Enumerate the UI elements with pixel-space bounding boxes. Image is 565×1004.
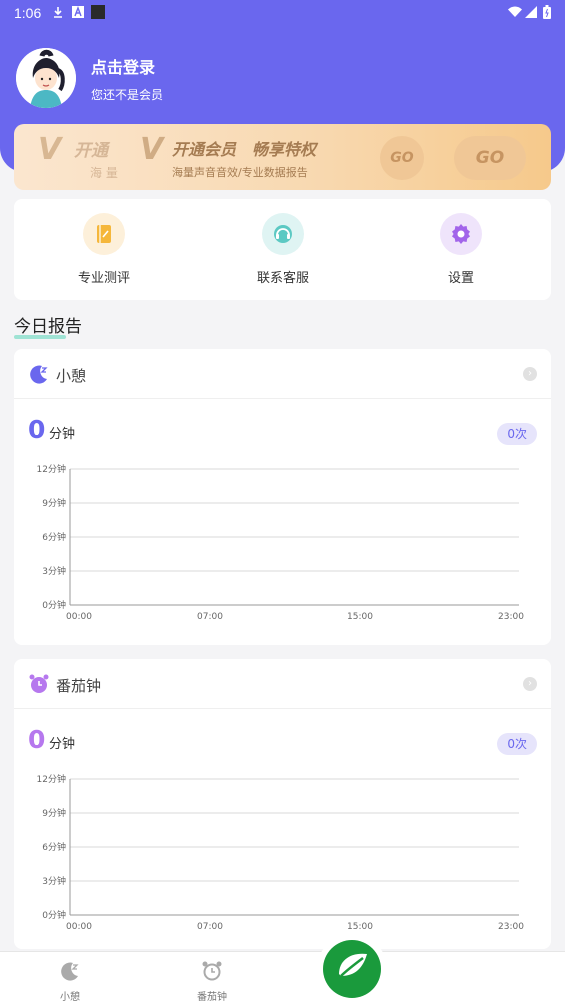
nap-chart: 0分钟 3分钟 6分钟 9分钟 12分钟 00:00 07:00 15:00 23:00 [37, 463, 525, 622]
x-tick-label: 15:00 [347, 612, 373, 622]
chevron-right-icon[interactable]: › [523, 677, 537, 691]
go-badge: GO [380, 136, 424, 180]
y-tick-label: 0分钟 [42, 599, 66, 611]
banner-title: 开通会员 畅享特权 [172, 140, 317, 159]
battery-icon [543, 5, 551, 19]
y-tick-label: 12分钟 [37, 463, 66, 475]
y-tick-label: 6分钟 [42, 531, 66, 543]
vip-v-icon: V [140, 132, 164, 167]
metric-unit: 分钟 [49, 427, 76, 442]
y-tick-label: 0分钟 [42, 909, 66, 921]
banner-ghost-sub: 海 量 [90, 166, 118, 180]
alarm-clock-icon [202, 961, 222, 981]
gear-icon [440, 213, 482, 255]
card-title: 小憩 [56, 367, 87, 385]
y-tick-label: 12分钟 [37, 773, 66, 785]
metric-value: 0 [28, 725, 46, 754]
wifi-icon [508, 6, 522, 17]
go-button[interactable]: GO [454, 136, 526, 180]
quick-item-settings[interactable]: 设置 [401, 213, 521, 286]
section-title-text: 今日报告 [14, 317, 82, 337]
nav-item-nap[interactable]: 小憩 [40, 960, 100, 1003]
leaf-logo-icon [323, 940, 381, 998]
y-tick-label: 3分钟 [42, 875, 66, 887]
y-tick-label: 3分钟 [42, 565, 66, 577]
x-tick-label: 07:00 [197, 922, 223, 932]
vip-banner[interactable]: V 开通 海 量 V 开通会员 畅享特权 海量声音音效/专业数据报告 GO GO [14, 124, 551, 190]
headset-icon [262, 213, 304, 255]
alarm-clock-icon [29, 674, 49, 693]
download-icon [54, 7, 62, 18]
metric-unit: 分钟 [49, 737, 76, 752]
card-header[interactable]: 番茄钟 › [14, 659, 551, 709]
square-icon [91, 5, 105, 19]
banner-subtitle: 海量声音音效/专业数据报告 [172, 166, 308, 179]
card-header[interactable]: 小憩 › [14, 349, 551, 399]
quick-item-label: 联系客服 [256, 271, 309, 286]
member-status: 您还不是会员 [91, 88, 164, 102]
metric-value: 0 [28, 415, 46, 444]
x-tick-label: 00:00 [66, 612, 92, 622]
home-fab[interactable] [317, 934, 387, 1004]
app-a-icon [72, 6, 84, 18]
pomodoro-chart: 0分钟 3分钟 6分钟 9分钟 12分钟 00:00 07:00 15:00 23:00 [37, 773, 525, 932]
quick-item-support[interactable]: 联系客服 [223, 213, 343, 286]
y-tick-label: 6分钟 [42, 841, 66, 853]
login-link[interactable]: 点击登录 [91, 54, 155, 78]
banner-ghost-title: 开通 [74, 141, 108, 161]
quick-item-label: 专业测评 [77, 271, 130, 286]
nav-label: 番茄钟 [197, 992, 227, 1003]
quick-item-label: 设置 [447, 271, 474, 286]
notebook-icon [83, 213, 125, 255]
x-tick-label: 23:00 [498, 922, 524, 932]
status-time: 1:06 [14, 5, 42, 21]
chevron-right-icon[interactable]: › [523, 367, 537, 381]
x-tick-label: 07:00 [197, 612, 223, 622]
moon-icon [61, 962, 79, 981]
nav-item-pomodoro[interactable]: 番茄钟 [182, 960, 242, 1003]
nap-card: 小憩 › 0 分钟 0次 0分钟 3分钟 6分钟 9分钟 12分钟 00:00 07:00 1… [14, 349, 551, 645]
avatar[interactable] [16, 48, 76, 108]
count-badge: 0次 [497, 423, 537, 445]
moon-icon [30, 365, 48, 384]
card-title: 番茄钟 [56, 677, 102, 695]
x-tick-label: 00:00 [66, 922, 92, 932]
x-tick-label: 15:00 [347, 922, 373, 932]
bottom-nav: 小憩 番茄钟 [0, 951, 565, 1004]
pomodoro-card: 番茄钟 › 0 分钟 0次 0分钟 3分钟 6分钟 9分钟 12分钟 00:00 07:00… [14, 659, 551, 949]
count-badge: 0次 [497, 733, 537, 755]
section-title: 今日报告 [14, 312, 82, 339]
signal-icon [525, 6, 537, 18]
quick-actions: 专业测评 联系客服 设置 [14, 199, 551, 300]
nav-label: 小憩 [60, 992, 80, 1003]
quick-item-assessment[interactable]: 专业测评 [44, 213, 164, 286]
y-tick-label: 9分钟 [42, 497, 66, 509]
status-bar: 1:06 [0, 0, 565, 26]
y-tick-label: 9分钟 [42, 807, 66, 819]
vip-v-icon: V [38, 132, 62, 167]
cartoon-avatar-icon [16, 48, 76, 108]
x-tick-label: 23:00 [498, 612, 524, 622]
